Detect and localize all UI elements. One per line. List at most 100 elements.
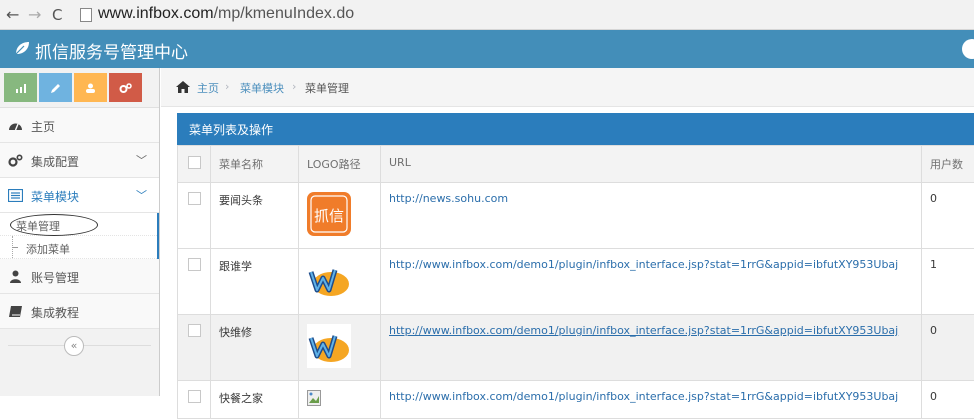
- table-header-row: 菜单名称 LOGO路径 URL 用户数: [178, 146, 974, 183]
- url-host: www.infbox.com: [98, 5, 214, 22]
- url-link[interactable]: http://www.infbox.com/demo1/plugin/infbo…: [389, 258, 898, 271]
- broken-image-icon: [307, 390, 321, 406]
- column-header[interactable]: 菜单名称: [211, 146, 299, 183]
- header-toggle[interactable]: [962, 39, 974, 59]
- sidebar-item-home[interactable]: 主页: [0, 108, 159, 143]
- stats-shortcut-button[interactable]: [4, 73, 37, 102]
- group-icon: [84, 83, 97, 94]
- menu-name-cell: 跟谁学: [211, 249, 299, 315]
- row-checkbox[interactable]: [188, 324, 201, 337]
- menu-name-cell: 要闻头条: [211, 183, 299, 249]
- checkbox-cell: [178, 381, 211, 419]
- user-count-cell: 0: [922, 315, 974, 381]
- column-header[interactable]: 用户数: [922, 146, 974, 183]
- sidebar-item-label: 集成教程: [31, 304, 79, 321]
- shortcut-buttons: [0, 68, 159, 108]
- zhuaxin-logo: 抓信: [307, 192, 351, 236]
- user-icon: [8, 270, 23, 283]
- breadcrumb-separator: ›: [292, 80, 296, 93]
- user-count-cell: 0: [922, 183, 974, 249]
- back-arrow-icon[interactable]: ←: [6, 5, 19, 24]
- chevron-down-icon: ﹀: [136, 187, 147, 203]
- submenu-item-add-menu[interactable]: 添加菜单: [0, 236, 157, 259]
- column-header[interactable]: LOGO路径: [299, 146, 381, 183]
- breadcrumb-module-link[interactable]: 菜单模块: [240, 80, 284, 96]
- panel-header: 菜单列表及操作: [177, 113, 974, 145]
- row-checkbox[interactable]: [188, 192, 201, 205]
- table-row: 快餐之家 http://www.infbox.com/demo1/plugin/…: [178, 381, 974, 419]
- sidebar: 主页 集成配置 ﹀ 菜单模块 ﹀ 菜单管理 添加菜单 账号管理 集成教程 «: [0, 68, 160, 396]
- sidebar-item-menu-module[interactable]: 菜单模块 ﹀: [0, 178, 159, 213]
- pencil-icon: [50, 83, 61, 94]
- cogs-icon: [119, 83, 132, 94]
- table-row: 要闻头条 抓信 http://news.sohu.com 0: [178, 183, 974, 249]
- menu-name-cell: 快维修: [211, 315, 299, 381]
- sidebar-item-label: 菜单模块: [31, 188, 79, 205]
- logo-cell: [299, 315, 381, 381]
- panel-title: 菜单列表及操作: [189, 121, 273, 138]
- tree-branch: [12, 247, 18, 248]
- sidebar-item-label: 主页: [31, 118, 55, 135]
- reload-icon[interactable]: C: [52, 6, 62, 24]
- breadcrumb-current: 菜单管理: [305, 80, 349, 96]
- group-shortcut-button[interactable]: [74, 73, 107, 102]
- page-icon: [80, 8, 92, 22]
- w-logo: [307, 324, 351, 368]
- settings-shortcut-button[interactable]: [109, 73, 142, 102]
- column-header[interactable]: URL: [381, 146, 922, 183]
- url-link[interactable]: http://www.infbox.com/demo1/plugin/infbo…: [389, 324, 898, 337]
- select-all-checkbox[interactable]: [188, 156, 201, 169]
- menu-table: 菜单名称 LOGO路径 URL 用户数 要闻头条 抓信 http://news.…: [177, 145, 974, 419]
- sidebar-item-label: 集成配置: [31, 153, 79, 170]
- checkbox-cell: [178, 183, 211, 249]
- url-cell: http://news.sohu.com: [381, 183, 922, 249]
- user-count-cell: 1: [922, 249, 974, 315]
- header-checkbox-cell: [178, 146, 211, 183]
- url-cell: http://www.infbox.com/demo1/plugin/infbo…: [381, 315, 922, 381]
- sidebar-collapse-row: «: [0, 329, 159, 359]
- url-link[interactable]: http://www.infbox.com/demo1/plugin/infbo…: [389, 390, 898, 403]
- address-bar[interactable]: www.infbox.com/mp/kmenuIndex.do: [98, 5, 354, 23]
- w-logo: [307, 258, 351, 302]
- menu-name-cell: 快餐之家: [211, 381, 299, 419]
- forward-arrow-icon[interactable]: →: [28, 5, 41, 24]
- submenu-item-label: 菜单管理: [16, 218, 60, 234]
- row-checkbox[interactable]: [188, 390, 201, 403]
- logo-text: 抓信: [314, 207, 344, 225]
- row-checkbox[interactable]: [188, 258, 201, 271]
- breadcrumb: 主页 › 菜单模块 › 菜单管理: [161, 68, 974, 107]
- table-row: 快维修 http://www.infbox.com/demo1/plugin/i…: [178, 315, 974, 381]
- sidebar-item-tutorial[interactable]: 集成教程: [0, 294, 159, 329]
- sidebar-item-label: 账号管理: [31, 269, 79, 286]
- sidebar-item-accounts[interactable]: 账号管理: [0, 259, 159, 294]
- user-count-cell: 0: [922, 381, 974, 419]
- logo-cell: [299, 381, 381, 419]
- url-cell: http://www.infbox.com/demo1/plugin/infbo…: [381, 381, 922, 419]
- sidebar-item-integration[interactable]: 集成配置 ﹀: [0, 143, 159, 178]
- double-chevron-left-icon[interactable]: «: [64, 336, 84, 356]
- cogs-icon: [8, 154, 23, 167]
- browser-toolbar: ← → C www.infbox.com/mp/kmenuIndex.do: [0, 0, 974, 30]
- url-cell: http://www.infbox.com/demo1/plugin/infbo…: [381, 249, 922, 315]
- app-header: 抓信服务号管理中心: [0, 30, 974, 68]
- table-row: 跟谁学 http://www.infbox.com/demo1/plugin/i…: [178, 249, 974, 315]
- breadcrumb-home-link[interactable]: 主页: [197, 80, 219, 96]
- submenu-item-label: 添加菜单: [26, 241, 70, 257]
- submenu: 菜单管理 添加菜单: [0, 213, 159, 259]
- breadcrumb-separator: ›: [225, 80, 229, 93]
- edit-shortcut-button[interactable]: [39, 73, 72, 102]
- checkbox-cell: [178, 315, 211, 381]
- checkbox-cell: [178, 249, 211, 315]
- dashboard-icon: [8, 119, 23, 132]
- submenu-item-menu-management[interactable]: 菜单管理: [0, 213, 157, 236]
- leaf-icon: [14, 40, 30, 56]
- app-title: 抓信服务号管理中心: [35, 38, 188, 63]
- bar-chart-icon: [15, 83, 27, 93]
- logo-cell: [299, 249, 381, 315]
- chevron-down-icon: ﹀: [136, 152, 147, 168]
- home-icon: [175, 80, 191, 94]
- url-link[interactable]: http://news.sohu.com: [389, 192, 508, 205]
- logo-cell: 抓信: [299, 183, 381, 249]
- book-icon: [8, 305, 23, 318]
- list-icon: [8, 189, 23, 202]
